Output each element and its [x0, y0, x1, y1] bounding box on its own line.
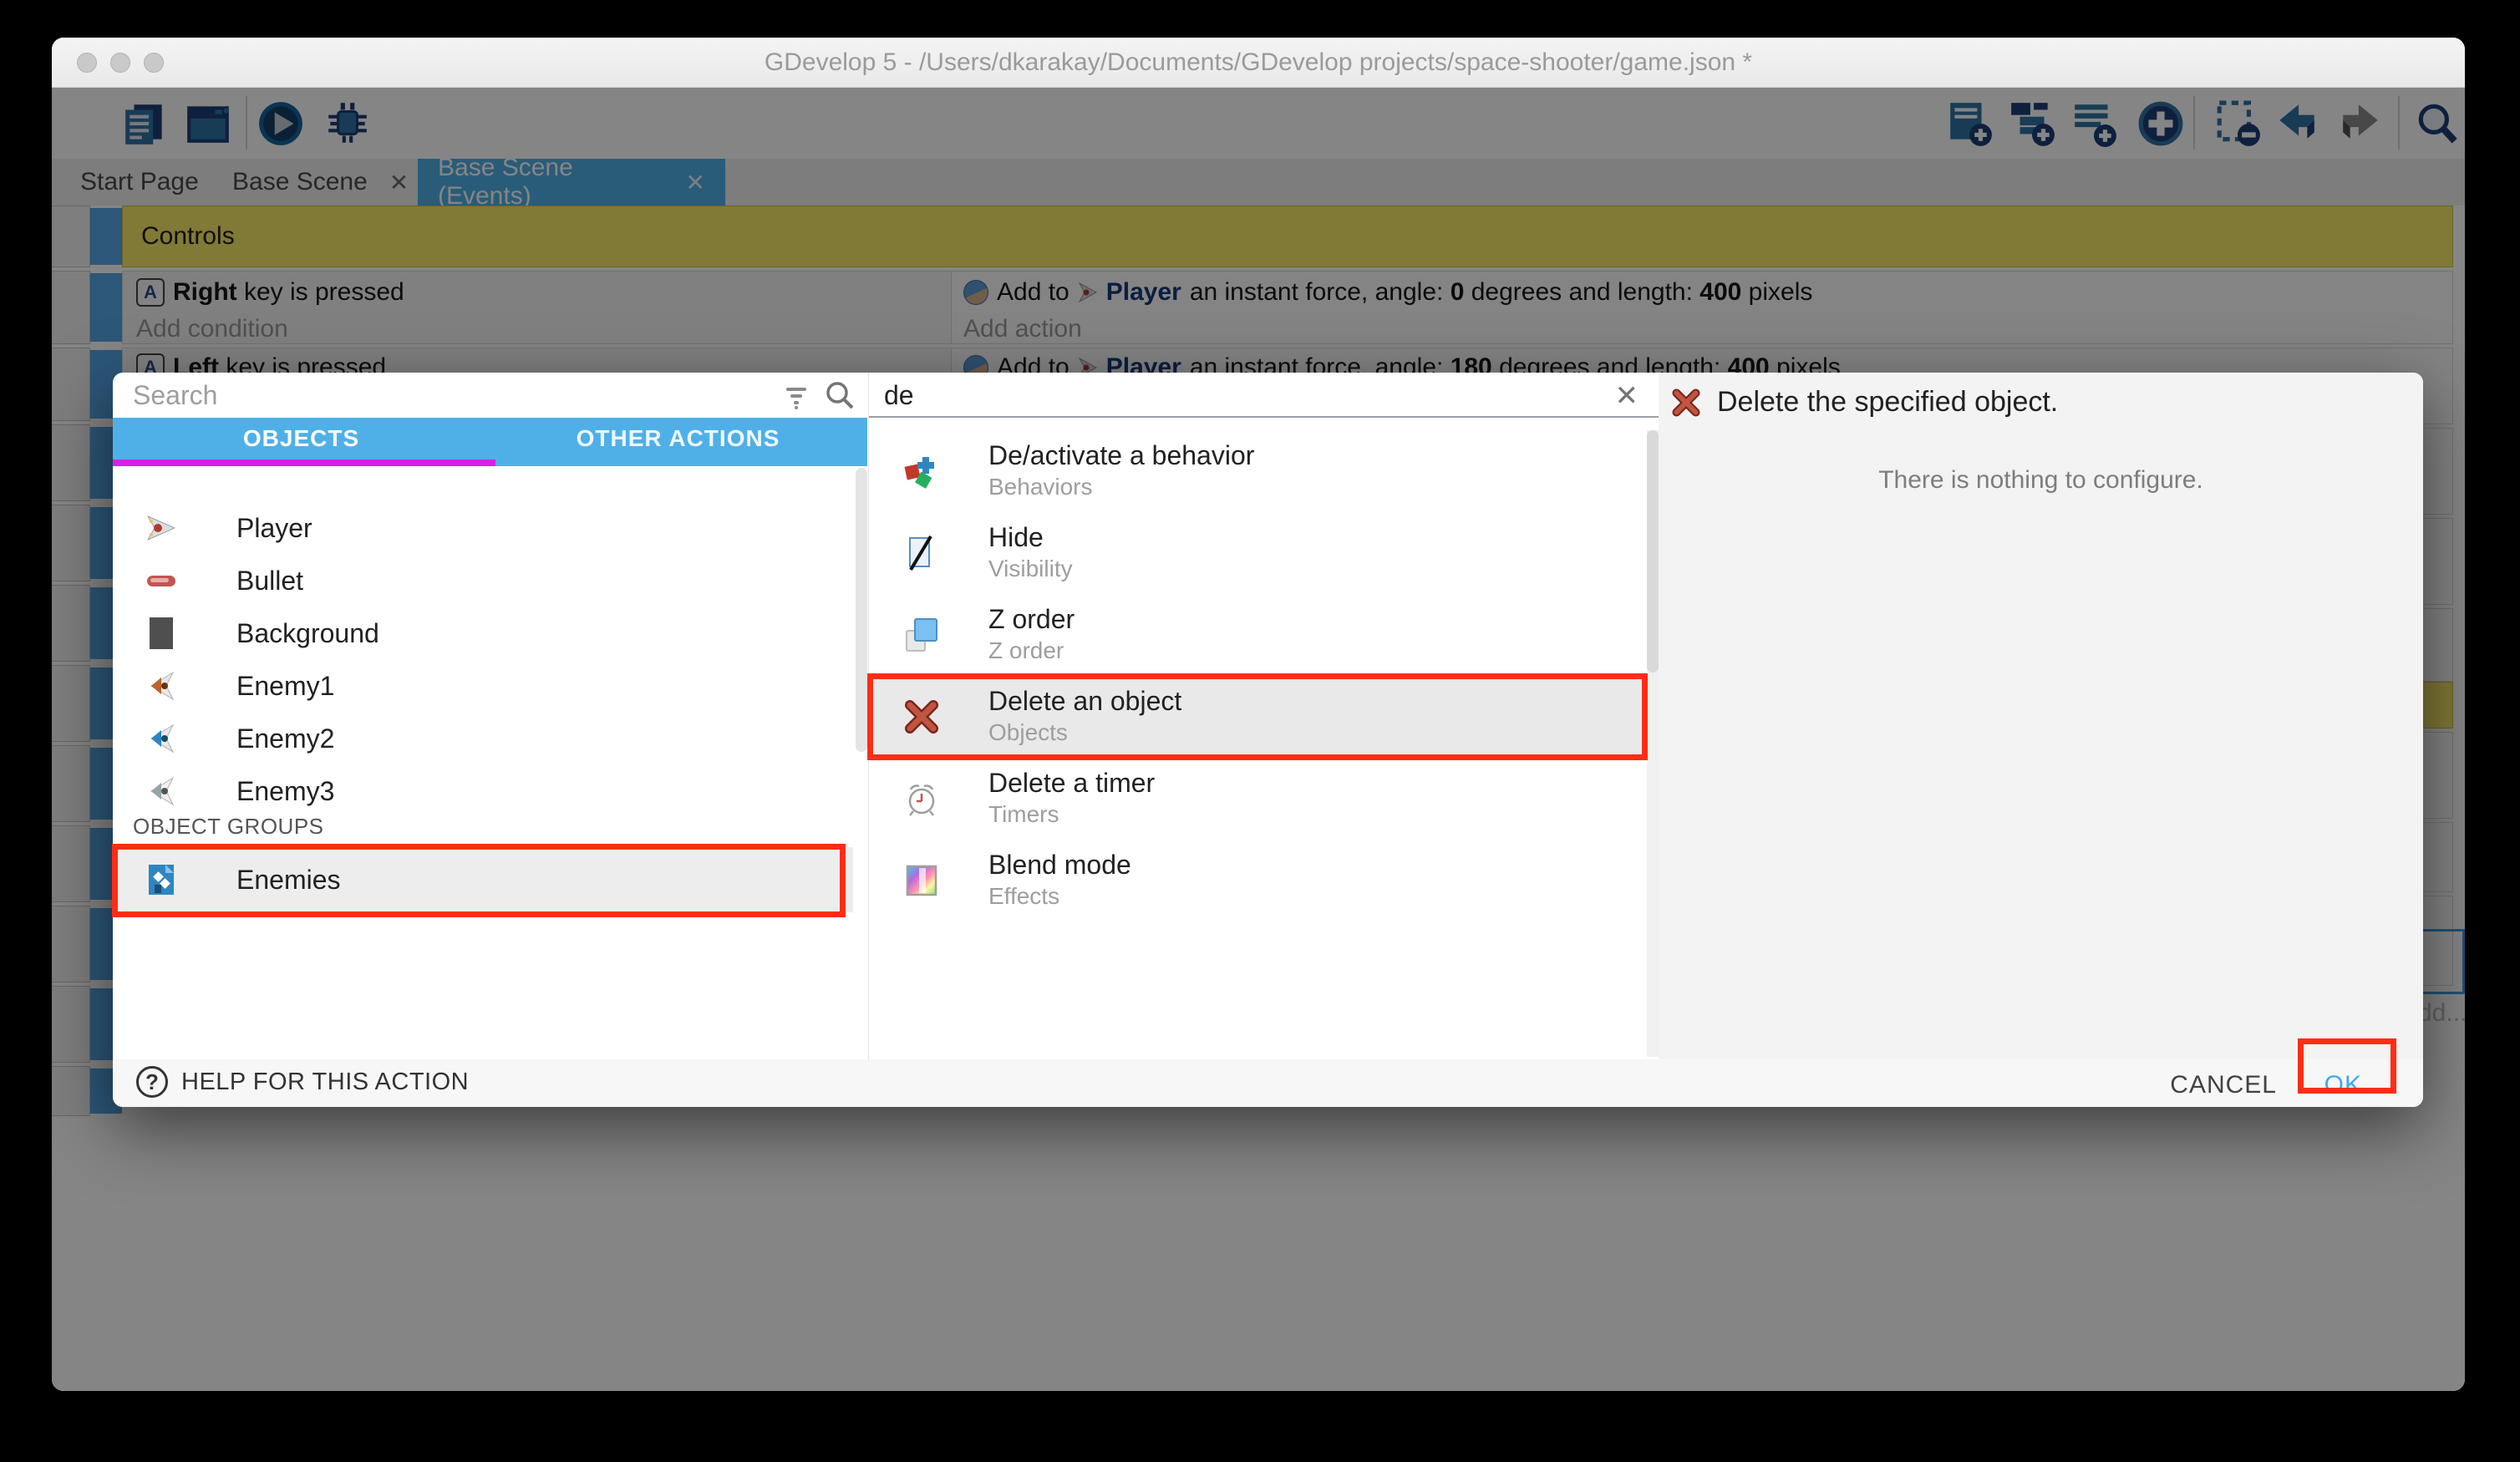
action-item-z-order[interactable]: Z order Z order: [869, 594, 1649, 676]
z-order-icon: [902, 616, 941, 654]
behavior-icon: [902, 452, 941, 490]
object-search-input[interactable]: [133, 376, 751, 414]
enemy2-object-icon: [145, 722, 178, 755]
dialog-tabs: OBJECTS OTHER ACTIONS: [113, 418, 867, 466]
action-item-hide[interactable]: Hide Visibility: [869, 512, 1649, 594]
object-search-bar: [113, 373, 867, 418]
help-icon: ?: [136, 1066, 168, 1098]
cancel-button[interactable]: CANCEL: [2162, 1068, 2285, 1103]
titlebar: GDevelop 5 - /Users/dkarakay/Documents/G…: [52, 38, 2465, 88]
delete-object-icon: [1670, 387, 1702, 419]
action-item-delete-object[interactable]: Delete an object Objects: [869, 676, 1649, 758]
background-object-icon: [145, 617, 178, 650]
enemies-group-icon: [145, 863, 178, 896]
enemy1-object-icon: [145, 669, 178, 703]
group-row-enemies[interactable]: Enemies: [113, 847, 853, 912]
hide-icon: [902, 534, 941, 572]
help-button[interactable]: ? HELP FOR THIS ACTION: [136, 1066, 469, 1098]
object-row-background[interactable]: Background: [113, 607, 853, 659]
object-row-bullet[interactable]: Bullet: [113, 555, 853, 607]
object-row-enemy2[interactable]: Enemy2: [113, 713, 853, 764]
instruction-editor-dialog: OBJECTS OTHER ACTIONS Player Bullet Back…: [113, 373, 2423, 1107]
tab-objects[interactable]: OBJECTS: [113, 418, 490, 459]
action-search-bar: ✕: [869, 373, 1659, 418]
enemy3-object-icon: [145, 774, 178, 808]
action-item-deactivate-behavior[interactable]: De/activate a behavior Behaviors: [869, 430, 1649, 512]
tab-other-actions[interactable]: OTHER ACTIONS: [490, 418, 866, 459]
object-row-enemy3[interactable]: Enemy3: [113, 765, 853, 817]
filter-icon[interactable]: [781, 381, 811, 411]
action-config-panel: Delete the specified object. There is no…: [1659, 373, 2423, 1059]
active-tab-indicator: [113, 459, 495, 466]
action-search-input[interactable]: [884, 376, 1586, 414]
player-object-icon: [145, 511, 178, 545]
action-item-blend-mode[interactable]: Blend mode Effects: [869, 840, 1649, 921]
object-row-player[interactable]: Player: [113, 502, 853, 554]
selected-action-title: Delete the specified object.: [1717, 386, 2058, 419]
window-title: GDevelop 5 - /Users/dkarakay/Documents/G…: [52, 38, 2465, 88]
object-row-enemy1[interactable]: Enemy1: [113, 660, 853, 712]
object-groups-header: OBJECT GROUPS: [133, 814, 324, 840]
ok-button[interactable]: OK: [2309, 1068, 2377, 1103]
search-icon: [823, 379, 856, 413]
timer-icon: [902, 779, 941, 818]
selected-action-header: Delete the specified object.: [1670, 386, 2058, 419]
actions-scrollbar-thumb[interactable]: [1647, 430, 1659, 673]
objects-scrollbar[interactable]: [856, 468, 867, 752]
bullet-object-icon: [145, 564, 178, 597]
blend-mode-icon: [902, 861, 941, 900]
delete-object-icon: [902, 698, 941, 736]
nothing-to-configure-text: There is nothing to configure.: [1659, 466, 2423, 495]
action-item-delete-timer[interactable]: Delete a timer Timers: [869, 758, 1649, 840]
dialog-bottom-bar: ? HELP FOR THIS ACTION CANCEL OK: [113, 1059, 2423, 1107]
screen: GDevelop 5 - /Users/dkarakay/Documents/G…: [0, 0, 2520, 1462]
clear-search-icon[interactable]: ✕: [1615, 379, 1639, 413]
